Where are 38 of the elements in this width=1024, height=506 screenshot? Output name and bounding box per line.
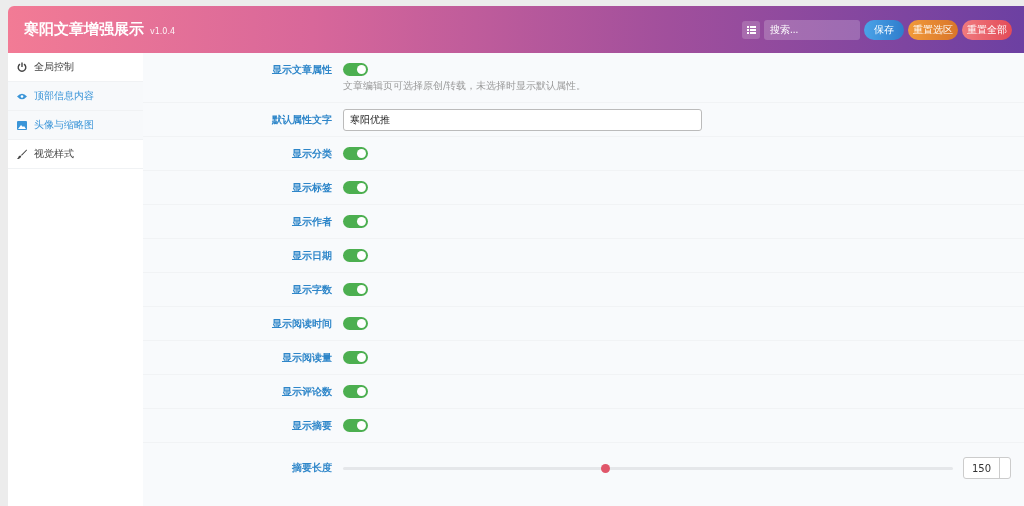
toggle-switch[interactable]	[343, 147, 368, 160]
toggle-switch[interactable]	[343, 249, 368, 262]
power-icon	[17, 62, 27, 72]
setting-label: 显示阅读量	[281, 350, 332, 365]
setting-label: 显示字数	[291, 282, 332, 297]
setting-label: 显示文章属性	[271, 63, 332, 77]
setting-label: 显示分类	[291, 146, 332, 161]
setting-label: 显示摘要	[291, 418, 332, 433]
sidebar-item[interactable]: 顶部信息内容	[8, 82, 143, 111]
image-icon	[17, 120, 27, 130]
setting-label: 默认属性文字	[271, 112, 332, 127]
reset-section-button[interactable]: 重置选区	[908, 19, 958, 40]
list-icon[interactable]	[742, 20, 760, 39]
reset-all-button[interactable]: 重置全部	[962, 19, 1012, 40]
setting-label: 摘要长度	[291, 461, 332, 475]
toggle-switch[interactable]	[343, 419, 368, 432]
toggle-switch[interactable]	[343, 181, 368, 194]
version-label: v1.0.4	[150, 27, 176, 36]
toggle-switch[interactable]	[343, 351, 368, 364]
toggle-switch[interactable]	[343, 317, 368, 330]
setting-label: 显示标签	[291, 180, 332, 195]
brush-icon	[17, 149, 27, 159]
number-field[interactable]: 150	[963, 457, 1012, 479]
toggle-switch[interactable]	[343, 283, 368, 296]
toggle-switch[interactable]	[343, 385, 368, 398]
toggle-switch[interactable]	[343, 63, 368, 76]
sidebar-item[interactable]: 头像与缩略图	[8, 111, 143, 140]
setting-description: 文章编辑页可选择原创/转载，未选择时显示默认属性。	[343, 79, 588, 93]
toggle-switch[interactable]	[343, 215, 368, 228]
setting-label: 显示作者	[291, 214, 332, 229]
setting-label: 显示阅读时间	[271, 316, 332, 331]
setting-label: 显示评论数	[281, 384, 332, 399]
text-field[interactable]: 寒阳优推	[343, 109, 702, 131]
slider-thumb[interactable]	[601, 463, 611, 473]
save-button[interactable]: 保存	[864, 19, 904, 40]
eye-icon	[17, 92, 27, 100]
setting-label: 显示日期	[291, 248, 332, 263]
app-title: 寒阳文章增强展示	[24, 20, 144, 39]
